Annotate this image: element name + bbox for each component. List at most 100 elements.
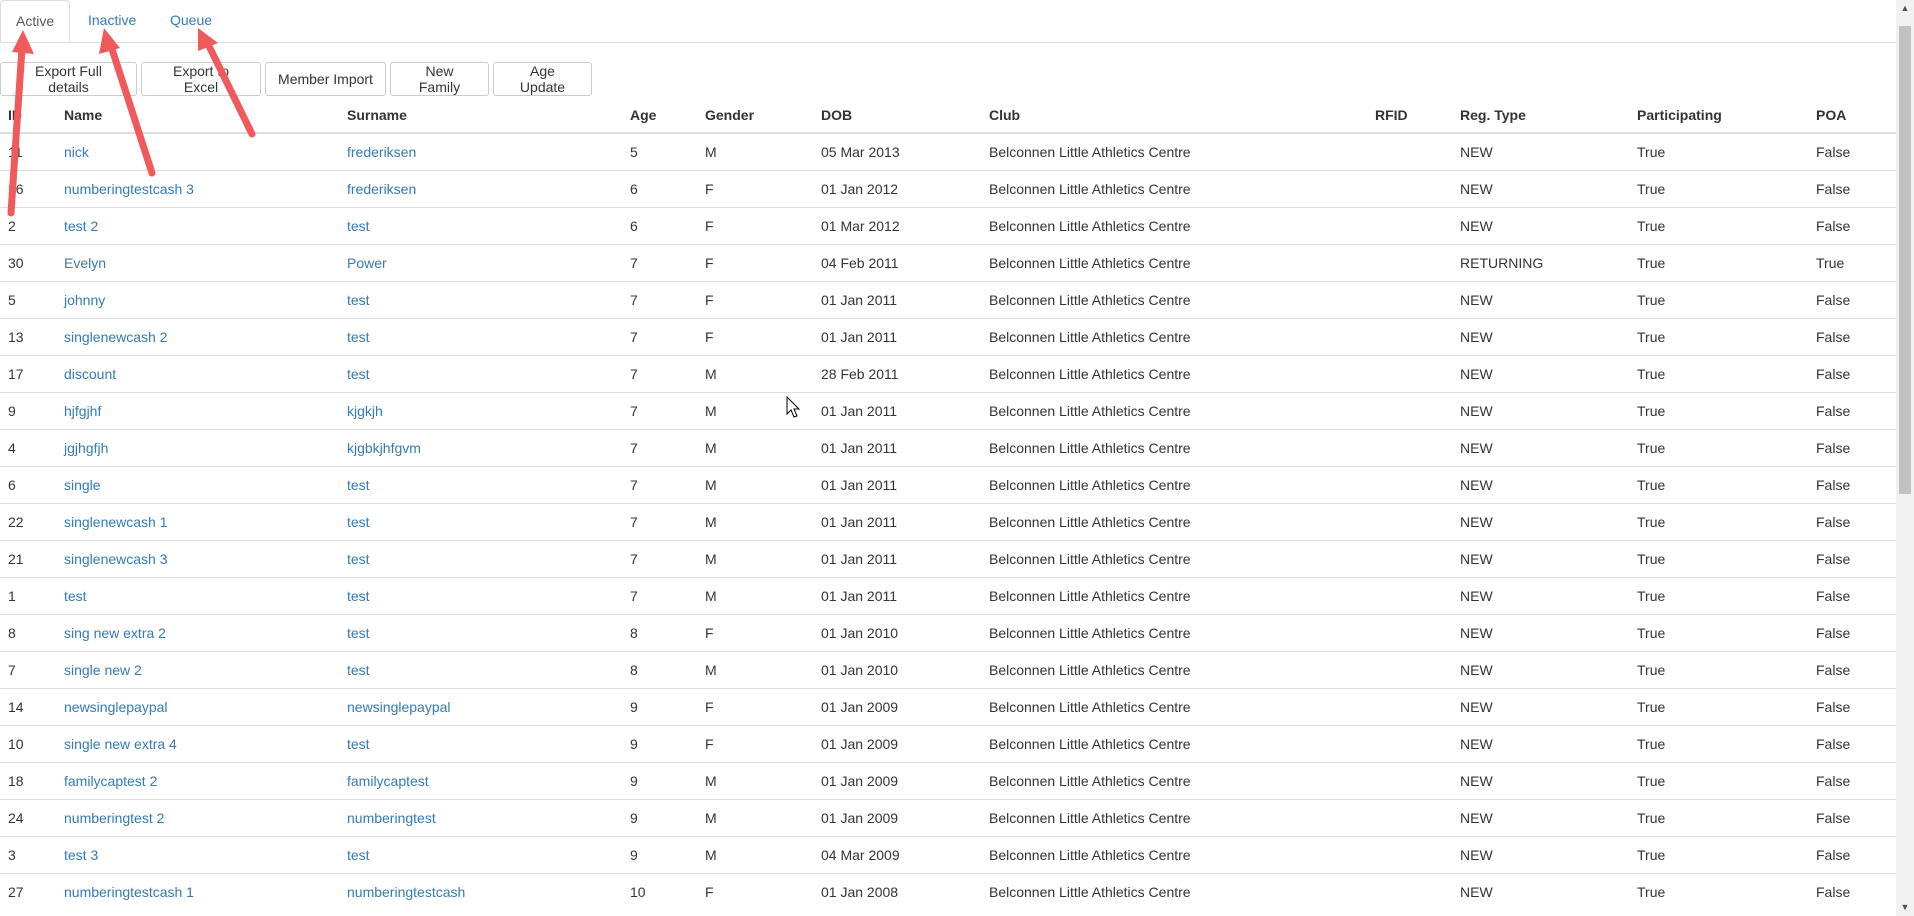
table-row: 27 numberingtestcash 1 numberingtestcash 10… xyxy=(0,873,1896,910)
cell-surname[interactable]: test xyxy=(339,466,622,504)
column-header-poa[interactable]: POA xyxy=(1808,97,1896,134)
cell-name[interactable]: hjfgjhf xyxy=(56,392,339,430)
cell-gender: F xyxy=(697,873,813,910)
cell-surname[interactable]: kjgbkjhfgvm xyxy=(339,429,622,467)
cell-name[interactable]: single new 2 xyxy=(56,651,339,689)
cell-surname[interactable]: newsinglepaypal xyxy=(339,688,622,726)
cell-gender: F xyxy=(697,207,813,245)
cell-reg-type: NEW xyxy=(1452,466,1629,504)
column-header-club[interactable]: Club xyxy=(981,97,1367,134)
table-row: 4 jgjhgfjh kjgbkjhfgvm 7 M 01 Jan 2011 Belconn… xyxy=(0,429,1896,467)
cell-club: Belconnen Little Athletics Centre xyxy=(981,503,1367,541)
cell-name[interactable]: single new extra 4 xyxy=(56,725,339,763)
cell-surname[interactable]: test xyxy=(339,281,622,319)
cell-gender: M xyxy=(697,799,813,837)
tab-inactive[interactable]: Inactive xyxy=(73,0,151,41)
scroll-thumb[interactable] xyxy=(1899,26,1911,494)
cell-surname[interactable]: familycaptest xyxy=(339,762,622,800)
cell-name[interactable]: nick xyxy=(56,132,339,171)
cell-surname[interactable]: Power xyxy=(339,244,622,282)
cell-name[interactable]: johnny xyxy=(56,281,339,319)
cell-surname[interactable]: test xyxy=(339,207,622,245)
cell-surname[interactable]: test xyxy=(339,540,622,578)
cell-surname[interactable]: numberingtestcash xyxy=(339,873,622,910)
cell-surname[interactable]: test xyxy=(339,725,622,763)
scroll-down-arrow-icon[interactable]: ▼ xyxy=(1896,899,1914,916)
cell-participating: True xyxy=(1629,281,1808,319)
column-header-participating[interactable]: Participating xyxy=(1629,97,1808,134)
column-header-id[interactable]: ID xyxy=(0,97,56,134)
cell-poa: False xyxy=(1808,207,1896,245)
new-family-button[interactable]: New Family xyxy=(390,62,489,96)
cell-name[interactable]: singlenewcash 2 xyxy=(56,318,339,356)
table-row: 22 singlenewcash 1 test 7 M 01 Jan 2011 Belcon… xyxy=(0,503,1896,541)
cell-club: Belconnen Little Athletics Centre xyxy=(981,132,1367,171)
column-header-gender[interactable]: Gender xyxy=(697,97,813,134)
cell-surname[interactable]: test xyxy=(339,503,622,541)
cell-poa: False xyxy=(1808,355,1896,393)
cell-name[interactable]: discount xyxy=(56,355,339,393)
cell-surname[interactable]: test xyxy=(339,614,622,652)
export-full-details-button[interactable]: Export Full details xyxy=(0,62,137,96)
cell-name[interactable]: Evelyn xyxy=(56,244,339,282)
cell-dob: 01 Jan 2011 xyxy=(813,540,981,578)
scroll-up-arrow-icon[interactable]: ▲ xyxy=(1896,0,1914,17)
cell-name[interactable]: test xyxy=(56,577,339,615)
cell-id: 10 xyxy=(0,725,56,763)
cell-name[interactable]: test 2 xyxy=(56,207,339,245)
cell-surname[interactable]: kjgkjh xyxy=(339,392,622,430)
cell-name[interactable]: numberingtestcash 3 xyxy=(56,170,339,208)
cell-surname[interactable]: test xyxy=(339,836,622,874)
cell-gender: M xyxy=(697,503,813,541)
cell-name[interactable]: singlenewcash 3 xyxy=(56,540,339,578)
cell-name[interactable]: familycaptest 2 xyxy=(56,762,339,800)
cell-gender: F xyxy=(697,281,813,319)
export-to-excel-button[interactable]: Export to Excel xyxy=(141,62,261,96)
column-header-age[interactable]: Age xyxy=(622,97,697,134)
cell-name[interactable]: jgjhgfjh xyxy=(56,429,339,467)
cell-id: 7 xyxy=(0,651,56,689)
cell-name[interactable]: sing new extra 2 xyxy=(56,614,339,652)
member-import-button[interactable]: Member Import xyxy=(265,62,386,96)
cell-name[interactable]: numberingtest 2 xyxy=(56,799,339,837)
cell-gender: M xyxy=(697,836,813,874)
member-status-tabs: Active Inactive Queue xyxy=(0,0,1896,43)
age-update-button[interactable]: Age Update xyxy=(493,62,592,96)
cell-surname[interactable]: numberingtest xyxy=(339,799,622,837)
cell-surname[interactable]: test xyxy=(339,577,622,615)
cell-age: 7 xyxy=(622,429,697,467)
cell-club: Belconnen Little Athletics Centre xyxy=(981,466,1367,504)
cell-id: 11 xyxy=(0,132,56,171)
cell-age: 9 xyxy=(622,762,697,800)
cell-participating: True xyxy=(1629,873,1808,910)
cell-name[interactable]: single xyxy=(56,466,339,504)
cell-name[interactable]: test 3 xyxy=(56,836,339,874)
column-header-reg-type[interactable]: Reg. Type xyxy=(1452,97,1629,134)
cell-surname[interactable]: frederiksen xyxy=(339,132,622,171)
cell-reg-type: RETURNING xyxy=(1452,244,1629,282)
cell-surname[interactable]: test xyxy=(339,651,622,689)
tab-queue[interactable]: Queue xyxy=(155,0,227,41)
cell-club: Belconnen Little Athletics Centre xyxy=(981,651,1367,689)
column-header-rfid[interactable]: RFID xyxy=(1367,97,1452,134)
cell-surname[interactable]: frederiksen xyxy=(339,170,622,208)
cell-gender: F xyxy=(697,614,813,652)
cell-name[interactable]: newsinglepaypal xyxy=(56,688,339,726)
cell-participating: True xyxy=(1629,651,1808,689)
cell-name[interactable]: numberingtestcash 1 xyxy=(56,873,339,910)
cell-name[interactable]: singlenewcash 1 xyxy=(56,503,339,541)
cell-surname[interactable]: test xyxy=(339,355,622,393)
table-row: 9 hjfgjhf kjgkjh 7 M 01 Jan 2011 Belconnen Lit… xyxy=(0,392,1896,430)
vertical-scrollbar[interactable]: ▲ ▼ xyxy=(1896,0,1914,916)
column-header-name[interactable]: Name xyxy=(56,97,339,134)
tab-active[interactable]: Active xyxy=(0,0,71,42)
cell-age: 5 xyxy=(622,132,697,171)
cell-rfid xyxy=(1367,577,1452,615)
cell-id: 17 xyxy=(0,355,56,393)
cell-dob: 04 Mar 2009 xyxy=(813,836,981,874)
column-header-dob[interactable]: DOB xyxy=(813,97,981,134)
cell-club: Belconnen Little Athletics Centre xyxy=(981,540,1367,578)
cell-surname[interactable]: test xyxy=(339,318,622,356)
column-header-surname[interactable]: Surname xyxy=(339,97,622,134)
cell-poa: False xyxy=(1808,577,1896,615)
